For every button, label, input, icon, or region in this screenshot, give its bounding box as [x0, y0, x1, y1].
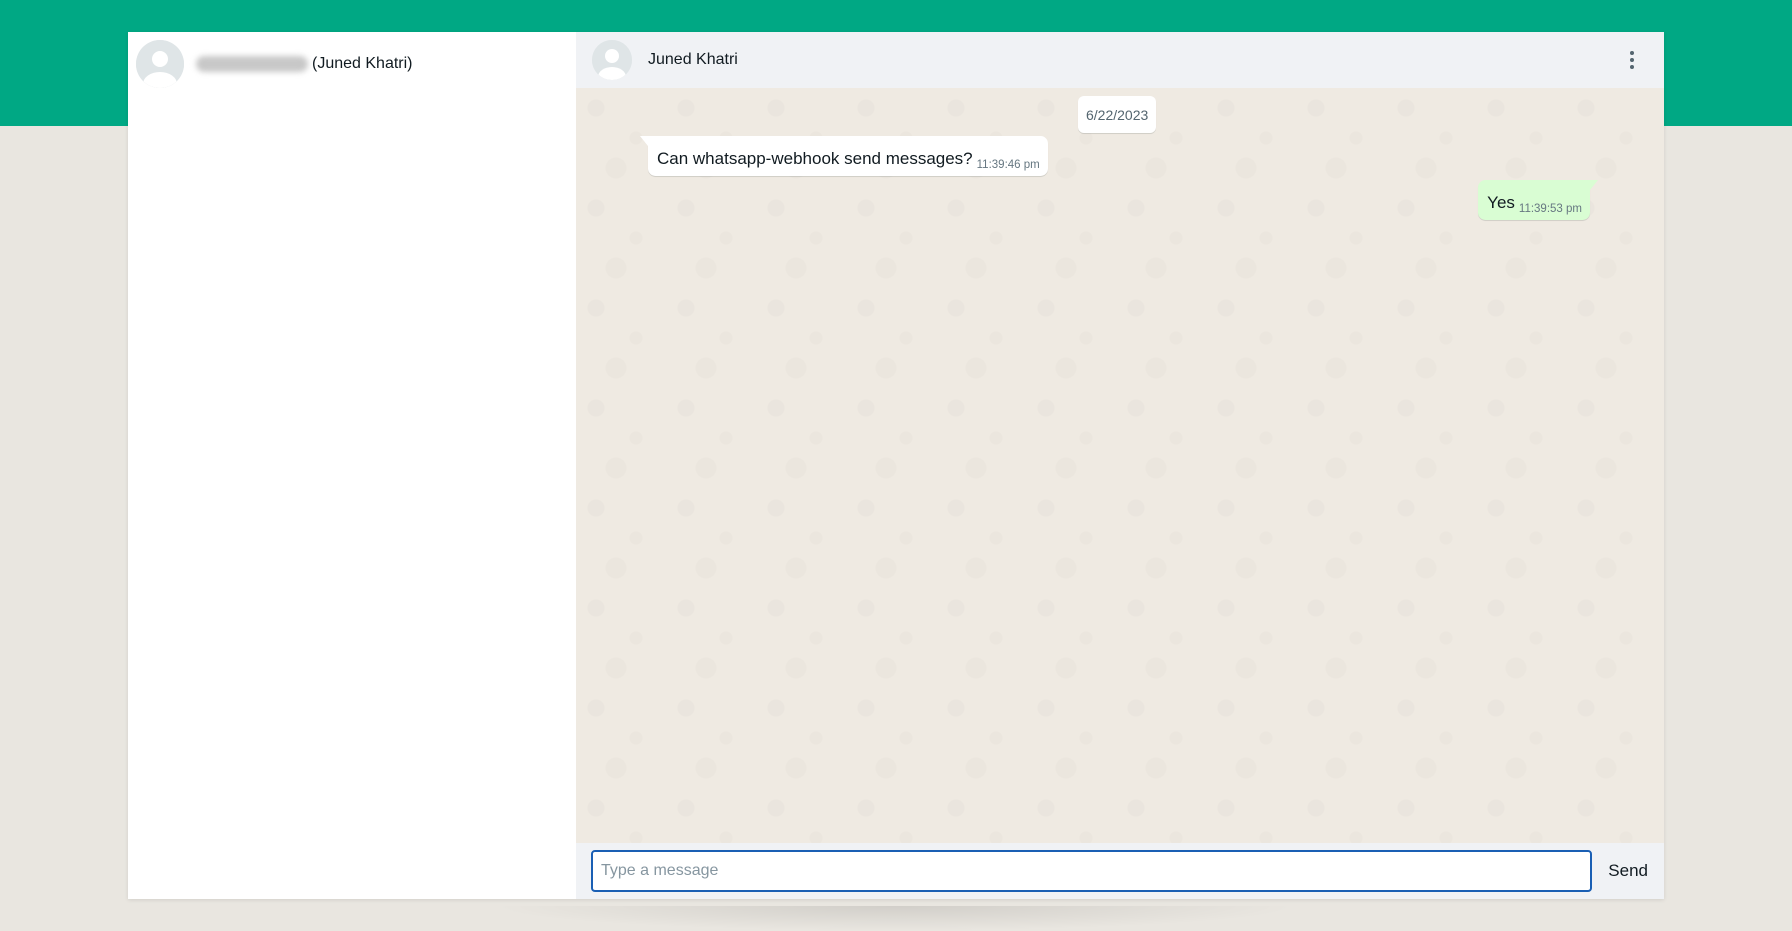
chat-list-item[interactable]: (Juned Khatri) — [128, 32, 576, 96]
more-vertical-icon[interactable] — [1622, 48, 1642, 72]
message-timestamp: 11:39:53 pm — [1518, 203, 1582, 215]
conversation-panel: Juned Khatri 6/22/2023 Can whatsapp-webh… — [576, 32, 1664, 899]
window-drop-shadow — [490, 906, 1300, 931]
message-text: Can whatsapp-webhook send messages? — [657, 149, 973, 168]
chat-list-item-label: (Juned Khatri) — [196, 55, 413, 73]
message-composer: Send — [576, 843, 1664, 899]
chat-app-window: (Juned Khatri) Juned Khatri 6/22/2023 Ca… — [128, 32, 1664, 899]
chat-contact-name: (Juned Khatri) — [312, 55, 413, 72]
chat-list-sidebar: (Juned Khatri) — [128, 32, 576, 899]
incoming-message[interactable]: Can whatsapp-webhook send messages? 11:3… — [640, 136, 1048, 176]
conversation-title[interactable]: Juned Khatri — [648, 51, 738, 69]
message-input[interactable] — [591, 850, 1593, 892]
message-list[interactable]: 6/22/2023 Can whatsapp-webhook send mess… — [576, 88, 1664, 843]
conversation-header: Juned Khatri — [576, 32, 1664, 88]
contact-avatar-icon[interactable] — [592, 40, 632, 80]
default-avatar-icon — [136, 40, 184, 88]
message-timestamp: 11:39:46 pm — [976, 159, 1040, 171]
send-button[interactable]: Send — [1606, 850, 1650, 892]
date-separator: 6/22/2023 — [1078, 96, 1157, 133]
message-text: Yes — [1487, 193, 1515, 212]
outgoing-message[interactable]: Yes 11:39:53 pm — [1478, 180, 1598, 220]
redacted-phone-number — [196, 56, 308, 72]
